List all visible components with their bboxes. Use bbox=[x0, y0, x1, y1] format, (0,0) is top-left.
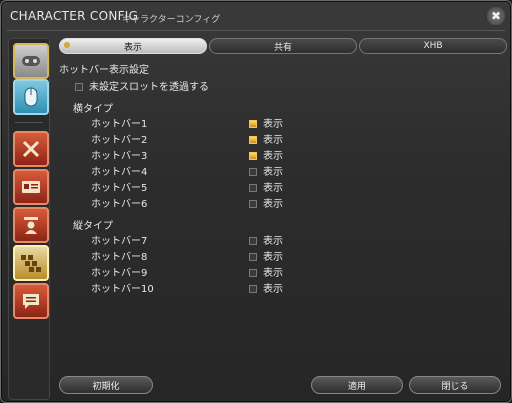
hotbar-2-checkbox[interactable] bbox=[249, 136, 257, 144]
hotbar-1-checkbox[interactable] bbox=[249, 120, 257, 128]
hotbar-3-checkbox[interactable] bbox=[249, 152, 257, 160]
hotbar-4-checkbox[interactable] bbox=[249, 168, 257, 176]
id-card-category-button[interactable] bbox=[13, 169, 49, 205]
hotbar-8-option[interactable]: 表示 bbox=[249, 248, 283, 263]
hotbar-1-option-label: 表示 bbox=[263, 119, 283, 130]
hotbar-6-checkbox[interactable] bbox=[249, 200, 257, 208]
hotbar-5-checkbox[interactable] bbox=[249, 184, 257, 192]
hotbar-8-checkbox[interactable] bbox=[249, 253, 257, 261]
title-divider bbox=[7, 30, 505, 31]
hotbar-10-checkbox[interactable] bbox=[249, 285, 257, 293]
hotbar-3-option[interactable]: 表示 bbox=[249, 147, 283, 162]
tab-xhb[interactable]: XHB bbox=[359, 38, 507, 54]
hotbar-10-option[interactable]: 表示 bbox=[249, 280, 283, 295]
hotbar-7-option-label: 表示 bbox=[263, 236, 283, 247]
hotbar-1-option[interactable]: 表示 bbox=[249, 115, 283, 130]
active-tab-indicator-icon bbox=[64, 42, 70, 48]
hotbar-6-option-label: 表示 bbox=[263, 199, 283, 210]
hotbar-6-option[interactable]: 表示 bbox=[249, 195, 283, 210]
hotbar-9-option-label: 表示 bbox=[263, 268, 283, 279]
settings-panel: ホットバー表示設定 未設定スロットを透過する 横タイプ ホットバー1 表示 ホッ… bbox=[59, 59, 499, 349]
character-category-button[interactable] bbox=[13, 207, 49, 243]
character-config-window: CHARACTER CONFIG キャラクターコンフィグ ✖ 表示 共有 XHB… bbox=[0, 0, 512, 403]
tab-display-label: 表示 bbox=[123, 42, 142, 53]
hotbar-grid-icon bbox=[21, 255, 41, 272]
hotbar-4-label: ホットバー4 bbox=[91, 167, 148, 178]
hotbar-2-option[interactable]: 表示 bbox=[249, 131, 283, 146]
close-icon[interactable]: ✖ bbox=[487, 7, 505, 25]
apply-button[interactable]: 適用 bbox=[311, 376, 403, 394]
battle-category-button[interactable] bbox=[13, 131, 49, 167]
hotbar-10-label: ホットバー10 bbox=[91, 284, 154, 295]
hotbar-9-label: ホットバー9 bbox=[91, 268, 148, 279]
crossed-swords-icon bbox=[22, 140, 40, 158]
tab-display[interactable]: 表示 bbox=[59, 38, 207, 54]
vertical-heading: 縦タイプ bbox=[73, 221, 113, 232]
transparent-slot-checkbox[interactable] bbox=[75, 83, 83, 91]
window-title: CHARACTER CONFIG bbox=[10, 9, 139, 23]
id-card-icon bbox=[22, 181, 40, 193]
title-bar[interactable]: CHARACTER CONFIG キャラクターコンフィグ ✖ bbox=[1, 1, 511, 31]
section-title: ホットバー表示設定 bbox=[59, 65, 149, 76]
chat-bubble-icon bbox=[23, 294, 39, 309]
hotbar-7-checkbox[interactable] bbox=[249, 237, 257, 245]
hotbar-3-option-label: 表示 bbox=[263, 151, 283, 162]
hotbar-10-option-label: 表示 bbox=[263, 284, 283, 295]
hotbar-4-option[interactable]: 表示 bbox=[249, 163, 283, 178]
chat-category-button[interactable] bbox=[13, 283, 49, 319]
hotbar-4-option-label: 表示 bbox=[263, 167, 283, 178]
tab-shared[interactable]: 共有 bbox=[209, 38, 357, 54]
hotbar-5-option-label: 表示 bbox=[263, 183, 283, 194]
hotbar-2-label: ホットバー2 bbox=[91, 135, 148, 146]
hotbar-5-option[interactable]: 表示 bbox=[249, 179, 283, 194]
gamepad-icon bbox=[22, 56, 40, 66]
hotbar-8-option-label: 表示 bbox=[263, 252, 283, 263]
gamepad-category-button[interactable] bbox=[13, 43, 49, 79]
reset-button[interactable]: 初期化 bbox=[59, 376, 153, 394]
tab-shared-label: 共有 bbox=[273, 42, 292, 53]
sidebar-divider bbox=[15, 122, 43, 123]
tab-bar: 表示 共有 XHB bbox=[59, 38, 507, 54]
mouse-category-button[interactable] bbox=[13, 79, 49, 115]
horizontal-heading: 横タイプ bbox=[73, 104, 113, 115]
hotbar-category-button[interactable] bbox=[13, 245, 49, 281]
category-sidebar bbox=[8, 38, 50, 400]
character-icon bbox=[24, 217, 38, 234]
window-subtitle: キャラクターコンフィグ bbox=[122, 15, 221, 25]
close-button[interactable]: 閉じる bbox=[409, 376, 501, 394]
hotbar-2-option-label: 表示 bbox=[263, 135, 283, 146]
hotbar-6-label: ホットバー6 bbox=[91, 199, 148, 210]
hotbar-8-label: ホットバー8 bbox=[91, 252, 148, 263]
hotbar-7-label: ホットバー7 bbox=[91, 236, 148, 247]
mouse-icon bbox=[24, 87, 38, 107]
tab-xhb-label: XHB bbox=[423, 41, 443, 51]
hotbar-3-label: ホットバー3 bbox=[91, 151, 148, 162]
hotbar-1-label: ホットバー1 bbox=[91, 119, 148, 130]
transparent-slot-label: 未設定スロットを透過する bbox=[89, 82, 209, 93]
hotbar-9-option[interactable]: 表示 bbox=[249, 264, 283, 279]
hotbar-5-label: ホットバー5 bbox=[91, 183, 148, 194]
hotbar-9-checkbox[interactable] bbox=[249, 269, 257, 277]
transparent-slot-option[interactable]: 未設定スロットを透過する bbox=[75, 78, 209, 93]
bottom-button-bar: 初期化 適用 閉じる bbox=[53, 372, 505, 398]
hotbar-7-option[interactable]: 表示 bbox=[249, 232, 283, 247]
